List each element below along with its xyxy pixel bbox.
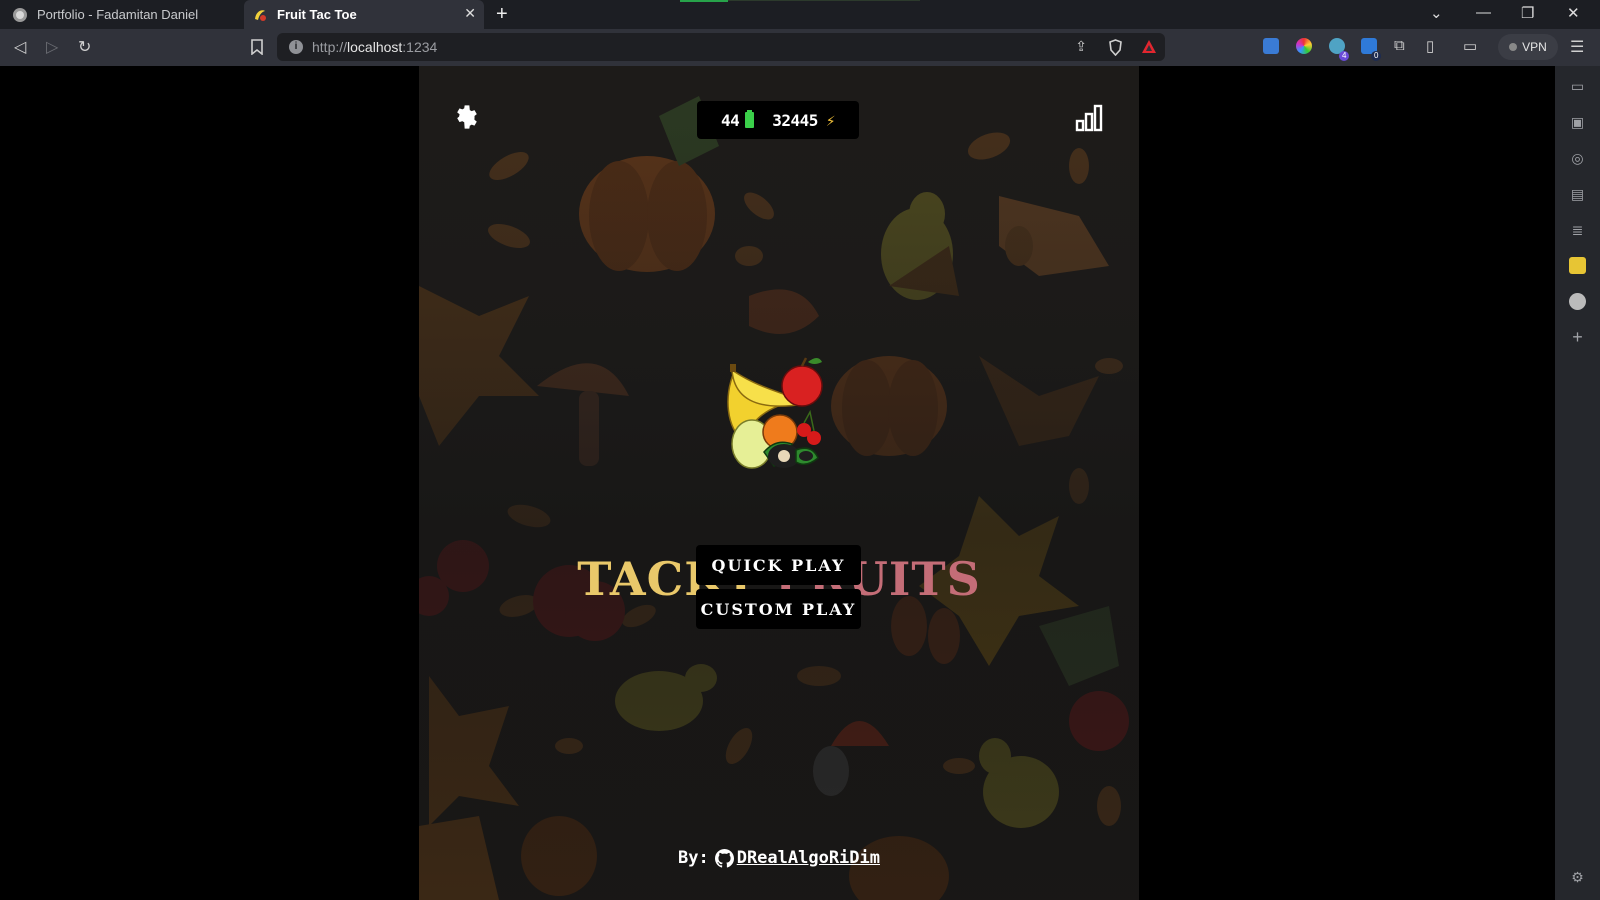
loading-indicator [680, 0, 920, 2]
github-icon[interactable] [714, 848, 734, 868]
sidebar-wallet-icon[interactable]: ▣ [1569, 114, 1586, 131]
fruit-favicon-icon [255, 9, 266, 21]
tab-title: Fruit Tac Toe [277, 7, 357, 22]
tab-fruit-tac-toe[interactable]: Fruit Tac Toe ✕ [244, 0, 484, 29]
author-handle-link[interactable]: DRealAlgoRiDim [737, 848, 880, 868]
share-icon[interactable]: ⇪ [1075, 38, 1087, 55]
extension-badge: 4 [1339, 51, 1350, 61]
forward-icon[interactable]: ▷ [46, 37, 58, 57]
sidebar-site-icon[interactable] [1569, 293, 1586, 310]
sidebar-reading-list-icon[interactable]: ≣ [1569, 222, 1586, 239]
credit-prefix: By: [677, 848, 709, 868]
energy-count: 32445 [772, 110, 818, 130]
url-text: http://localhost:1234 [312, 39, 438, 55]
restore-icon[interactable]: ❐ [1521, 4, 1534, 22]
custom-play-button[interactable]: CUSTOM PLAY [696, 589, 861, 629]
tab-title: Portfolio - Fadamitan Daniel [37, 7, 199, 22]
browser-sidebar: ▭ ▣ ◎ ▤ ≣ + ⚙ [1555, 66, 1600, 900]
back-icon[interactable]: ◁ [14, 37, 26, 57]
extensions-puzzle-icon[interactable]: ⧉ [1394, 37, 1405, 54]
autumn-background-pattern [419, 66, 1139, 900]
brave-shields-icon[interactable] [1108, 39, 1123, 56]
extension-badge: 0 [1371, 51, 1382, 61]
sidebar-toggle-icon[interactable]: ▯ [1426, 37, 1434, 55]
sidebar-speedometer-icon[interactable]: ◎ [1569, 150, 1586, 167]
lives-count: 44 [720, 110, 740, 130]
tab-portfolio[interactable]: Portfolio - Fadamitan Daniel [0, 0, 244, 29]
globe-favicon-icon [13, 7, 27, 22]
sidebar-settings-icon[interactable]: ⚙ [1569, 869, 1586, 886]
wallet-icon[interactable]: ▭ [1463, 37, 1477, 55]
brave-rewards-icon[interactable] [1141, 39, 1157, 54]
extension-file-icon[interactable] [1263, 38, 1279, 54]
sidebar-video-icon[interactable]: ▭ [1569, 78, 1586, 95]
sidebar-add-icon[interactable]: + [1569, 328, 1586, 346]
lightning-bolt-icon: ⚡ [825, 110, 836, 130]
close-window-icon[interactable]: ✕ [1567, 4, 1580, 22]
game-canvas: 44 32445 ⚡ TACKY FRUITS QUICK PLAY CUSTO… [419, 66, 1139, 900]
leaderboard-icon[interactable] [1075, 104, 1103, 132]
close-tab-icon[interactable]: ✕ [464, 5, 476, 22]
site-info-icon[interactable]: i [289, 40, 303, 54]
sidebar-bookmarks-icon[interactable]: ▤ [1569, 186, 1586, 203]
extension-color-icon[interactable] [1296, 38, 1312, 54]
quick-play-button[interactable]: QUICK PLAY [696, 545, 861, 585]
stats-panel: 44 32445 ⚡ [697, 101, 859, 139]
reload-icon[interactable]: ↻ [78, 37, 91, 57]
vpn-status-icon [1509, 43, 1518, 51]
menu-icon[interactable]: ☰ [1570, 37, 1584, 57]
settings-gear-icon[interactable] [453, 103, 481, 131]
tab-search-chevron-icon[interactable]: ⌄ [1430, 4, 1443, 22]
minimize-icon[interactable]: — [1476, 4, 1491, 21]
tab-strip: Portfolio - Fadamitan Daniel Fruit Tac T… [0, 0, 1600, 29]
fruit-basket-logo [727, 357, 823, 469]
vpn-button[interactable]: VPN [1498, 34, 1558, 60]
sidebar-app-icon[interactable] [1569, 257, 1586, 274]
battery-icon [745, 110, 755, 128]
new-tab-button[interactable]: + [496, 3, 508, 26]
bookmark-icon[interactable] [251, 39, 263, 55]
author-credit: By: DRealAlgoRiDim [419, 848, 1139, 868]
browser-toolbar: ◁ ▷ ↻ i http://localhost:1234 ⇪ 4 0 ⧉ ▯ … [0, 29, 1600, 66]
address-bar[interactable]: i http://localhost:1234 ⇪ [277, 33, 1165, 61]
